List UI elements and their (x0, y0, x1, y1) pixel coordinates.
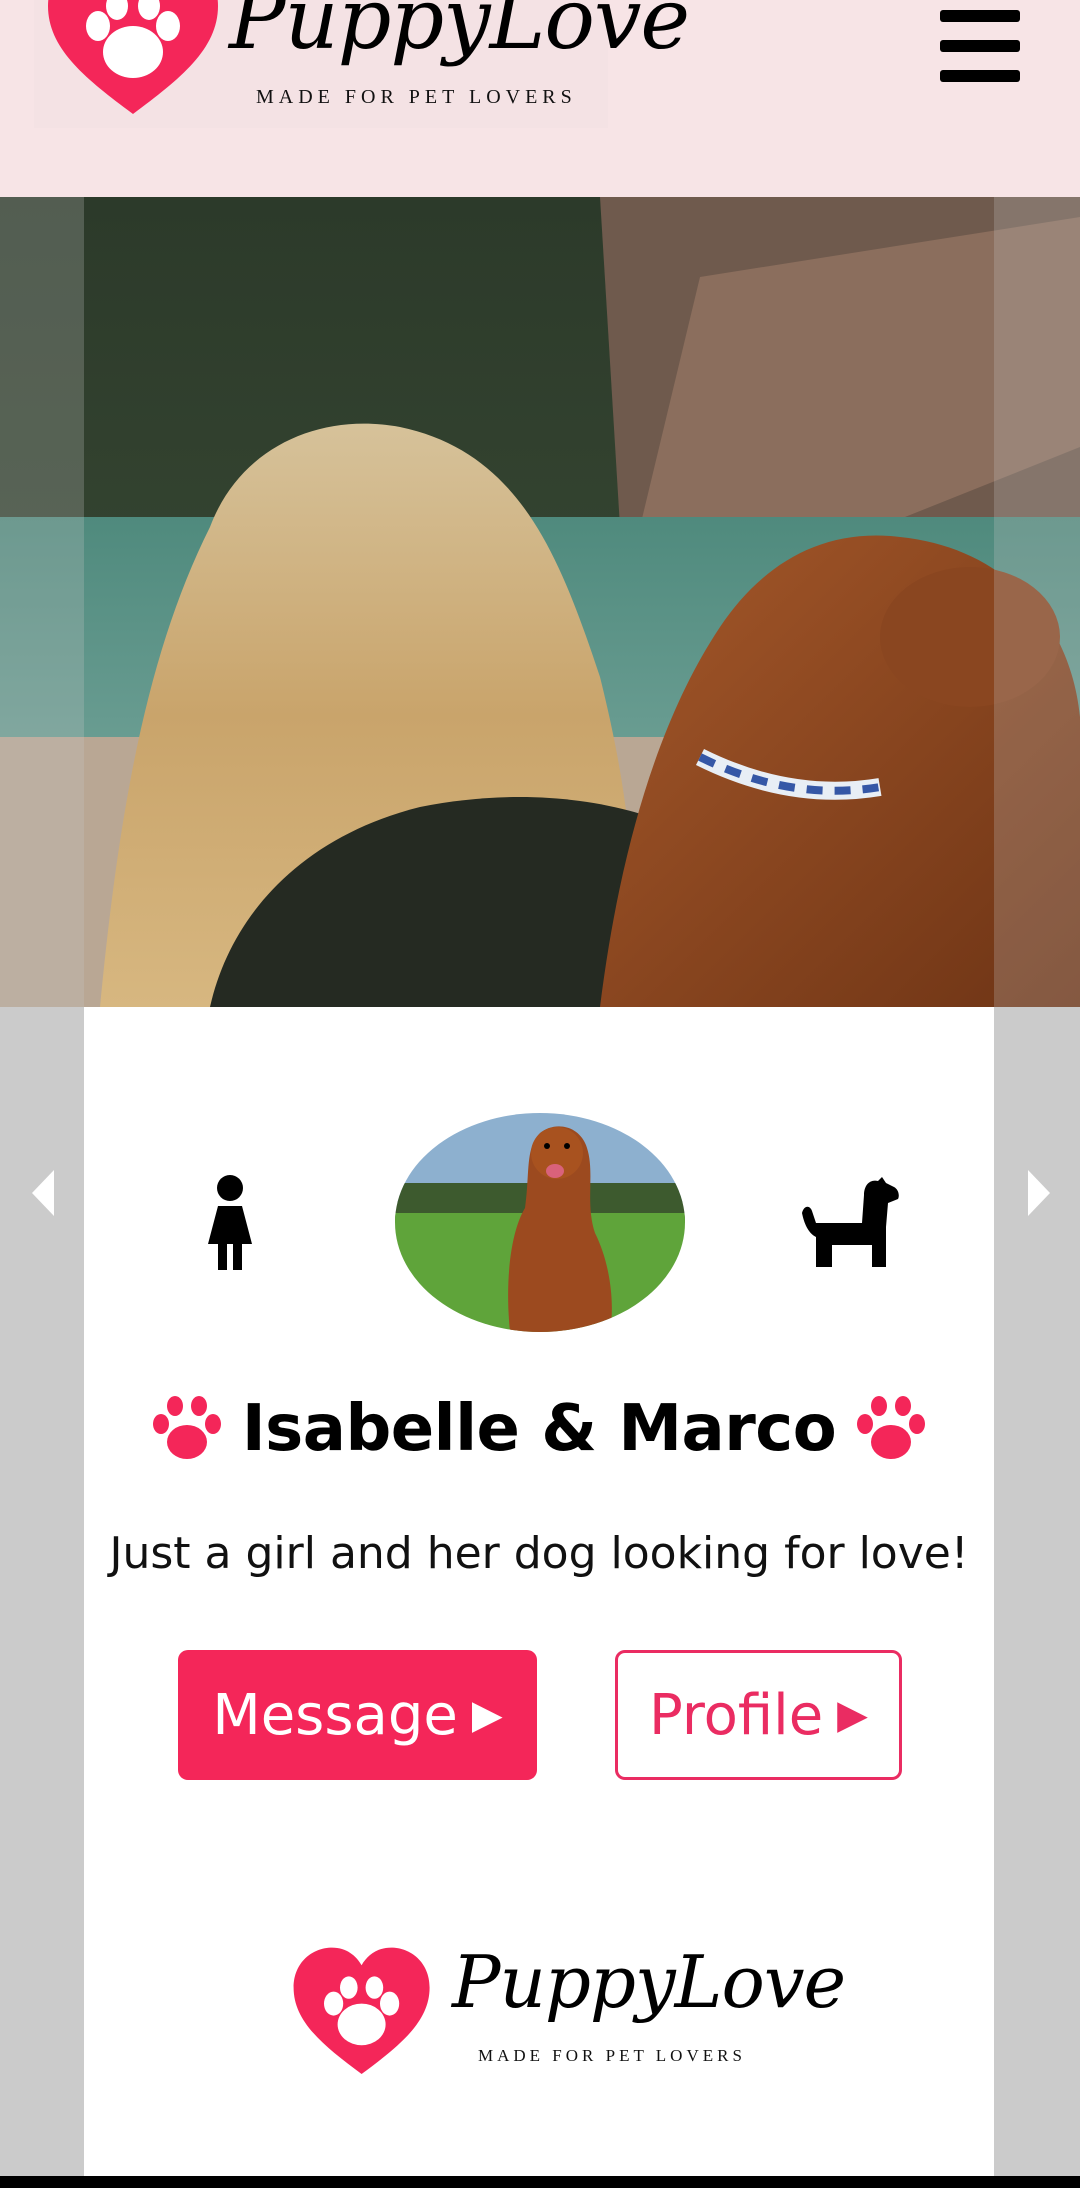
hero-image (0, 197, 1080, 1007)
dog-icon (802, 1177, 899, 1267)
footer-brand-name: PuppyLove (452, 1940, 846, 2024)
chevron-right-icon[interactable] (1024, 1168, 1054, 1218)
chevron-left-icon[interactable] (28, 1168, 58, 1218)
message-button-label: Message (212, 1682, 458, 1748)
profile-button[interactable]: Profile ▶ (615, 1650, 902, 1780)
profile-tagline: Just a girl and her dog looking for love… (109, 1528, 969, 1579)
bottom-bar (0, 2176, 1080, 2188)
footer-brand-tagline: MADE FOR PET LOVERS (478, 2046, 746, 2065)
pet-avatar-photo[interactable] (395, 1113, 685, 1332)
caret-right-icon: ▶ (837, 1692, 868, 1738)
caret-right-icon: ▶ (471, 1692, 503, 1738)
paw-icon (856, 1396, 925, 1459)
paw-heart-icon (293, 1947, 430, 2074)
paw-heart-icon (48, 0, 218, 114)
profile-name-row: Isabelle & Marco (84, 1392, 994, 1482)
profile-name: Isabelle & Marco (241, 1392, 837, 1466)
brand-logo[interactable]: PuppyLove MADE FOR PET LOVERS (34, 0, 690, 128)
brand-tagline: MADE FOR PET LOVERS (256, 86, 577, 108)
hamburger-menu-icon[interactable] (940, 10, 1020, 82)
footer-brand-logo[interactable]: PuppyLove MADE FOR PET LOVERS (282, 1940, 846, 2080)
profile-icons-row (84, 1110, 994, 1336)
message-button[interactable]: Message ▶ (178, 1650, 537, 1780)
profile-button-label: Profile (649, 1682, 824, 1748)
site-header: PuppyLove MADE FOR PET LOVERS (0, 0, 1080, 197)
brand-name: PuppyLove (229, 0, 690, 68)
hero-right-shade (994, 197, 1080, 1007)
hero-left-shade (0, 197, 84, 1007)
paw-icon (153, 1396, 222, 1459)
woman-icon (208, 1175, 252, 1270)
